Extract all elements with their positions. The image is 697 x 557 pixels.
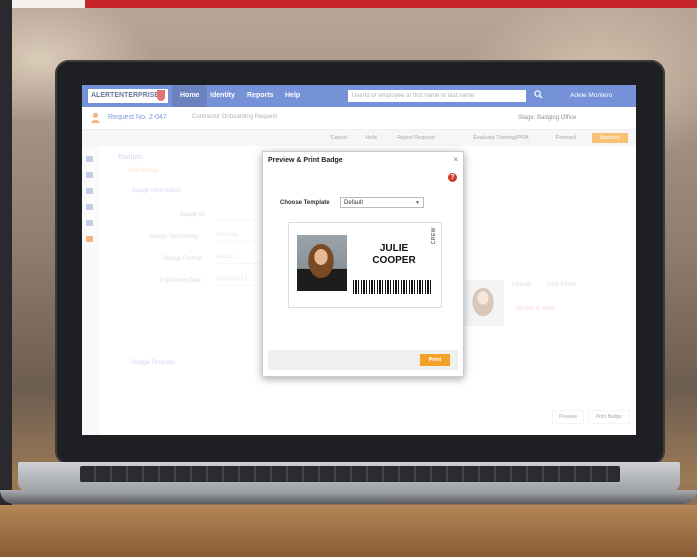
template-select[interactable]: Default ▼ [340, 197, 424, 208]
template-select-value: Default [344, 200, 364, 206]
dialog-title: Preview & Print Badge [268, 157, 343, 164]
dialog-footer: Print [268, 350, 458, 370]
top-brand-strip [85, 0, 697, 8]
laptop-keyboard [80, 466, 620, 482]
badge-first-name: JULIE [379, 243, 409, 254]
badge-vertical-text: CREW [431, 227, 437, 245]
chevron-down-icon: ▼ [415, 200, 420, 206]
choose-template-label: Choose Template [280, 200, 330, 206]
badge-preview: JULIE COOPER CREW [288, 222, 442, 308]
close-icon[interactable]: × [453, 155, 458, 164]
laptop-screen: ALERTENTERPRISE Home Identity Reports He… [82, 85, 636, 435]
print-button[interactable]: Print [420, 354, 450, 366]
left-band [0, 0, 12, 557]
badge-last-name: COOPER [372, 255, 416, 266]
corner-strip [12, 0, 85, 8]
badge-holder-name: JULIE COOPER [359, 243, 429, 267]
help-icon[interactable]: ? [448, 173, 457, 182]
laptop-base-lip [0, 490, 697, 504]
preview-print-dialog: Preview & Print Badge × ? Choose Templat… [262, 151, 464, 377]
badge-photo [297, 235, 347, 291]
wooden-table [0, 505, 697, 557]
barcode [353, 280, 431, 294]
